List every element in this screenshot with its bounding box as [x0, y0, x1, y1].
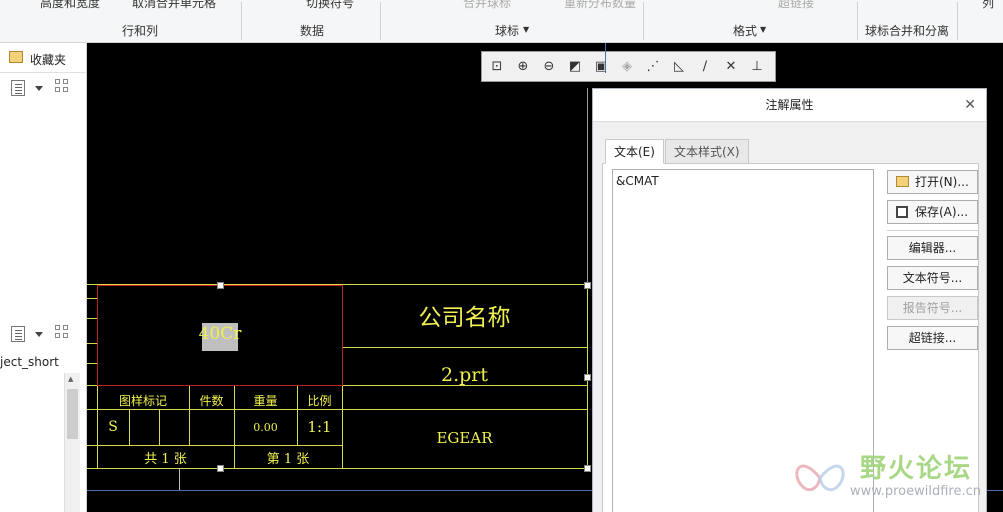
ribbon: 高度和宽度 取消合并单元格 切换符号 合并球标 重新分布数量 超链接 列 行和列… — [0, 0, 1003, 43]
layer-view-icon[interactable] — [11, 326, 25, 342]
ribbon-hyperlink-button[interactable]: 超链接 — [778, 0, 814, 11]
scale-value[interactable]: 1:1 — [297, 418, 342, 436]
axis-display-icon[interactable]: ∕ — [696, 58, 714, 76]
zoom-window-icon[interactable]: ⊡ — [488, 58, 506, 76]
brand-text[interactable]: EGEAR — [342, 429, 587, 447]
tab-text-style[interactable]: 文本样式(X) — [665, 139, 749, 164]
ribbon-group-balloon-merge: 球标合并和分离 — [865, 24, 950, 38]
favorites-label: 收藏夹 — [30, 53, 67, 67]
ribbon-group-format-dropdown-icon[interactable]: ▼ — [760, 25, 766, 34]
saved-views-icon[interactable]: ◈ — [618, 58, 636, 76]
text-symbol-button[interactable]: 文本符号... — [887, 266, 978, 290]
selection-handle[interactable] — [217, 282, 224, 289]
display-style-icon[interactable]: ▣ — [592, 58, 610, 76]
selection-handle[interactable] — [584, 465, 591, 472]
ribbon-redistribute-qty-button[interactable]: 重新分布数量 — [564, 0, 636, 11]
tab-text[interactable]: 文本(E) — [605, 139, 664, 164]
ribbon-group-rows-cols: 行和列 — [122, 24, 159, 38]
mark-value[interactable]: S — [97, 419, 129, 435]
header-quantity[interactable]: 件数 — [189, 392, 234, 409]
zoom-out-icon[interactable]: ⊖ — [540, 58, 558, 76]
save-disk-icon — [896, 206, 908, 218]
tree-filter-icon[interactable] — [55, 79, 73, 97]
selection-handle[interactable] — [584, 374, 591, 381]
ribbon-height-width-button[interactable]: 高度和宽度 — [40, 0, 100, 11]
save-button-label: 保存(A)... — [915, 205, 969, 219]
company-name-text[interactable]: 公司名称 — [342, 298, 587, 332]
header-weight[interactable]: 重量 — [234, 392, 297, 409]
hyperlink-button[interactable]: 超链接... — [887, 326, 978, 350]
model-tree-panel: 收藏夹 ject_short ▲ — [0, 43, 87, 512]
ribbon-unmerge-cells-button[interactable]: 取消合并单元格 — [132, 0, 216, 11]
forum-watermark: 野火论坛 www.proewildfire.cn — [790, 446, 1003, 512]
csys-display-icon[interactable]: ⊥ — [748, 58, 766, 76]
model-tree-item[interactable]: ject_short — [0, 355, 59, 369]
butterfly-logo-icon — [795, 464, 845, 492]
selection-handle[interactable] — [217, 465, 224, 472]
editor-button[interactable]: 编辑器... — [887, 236, 978, 260]
tree-view-icon[interactable] — [11, 80, 25, 96]
folder-icon — [9, 51, 23, 63]
save-button[interactable]: 保存(A)... — [887, 200, 978, 224]
point-display-icon[interactable]: ✕ — [722, 58, 740, 76]
ribbon-group-data: 数据 — [300, 24, 325, 38]
open-button[interactable]: 打开(N)... — [887, 170, 978, 194]
report-symbol-button[interactable]: 报告符号... — [887, 296, 978, 320]
ribbon-merge-balloon-button[interactable]: 合并球标 — [463, 0, 511, 11]
weight-value[interactable]: 0.00 — [234, 421, 297, 434]
view-toolbar: ⊡ ⊕ ⊖ ◩ ▣ ◈ ⋰ ◺ ∕ ✕ ⊥ — [481, 51, 776, 82]
tree-view-dropdown-icon[interactable] — [35, 86, 43, 91]
sheet-number-value[interactable]: 第 1 张 — [234, 448, 342, 467]
datum-display-icon[interactable]: ⋰ — [644, 58, 662, 76]
open-button-label: 打开(N)... — [915, 175, 969, 189]
header-drawing-mark[interactable]: 图样标记 — [97, 392, 189, 409]
dialog-title: 注解属性 — [593, 89, 986, 122]
favorites-row[interactable]: 收藏夹 — [0, 48, 87, 70]
watermark-url: www.proewildfire.cn — [850, 484, 981, 499]
folder-open-icon — [896, 176, 909, 187]
total-sheets-value[interactable]: 共 1 张 — [97, 448, 234, 467]
zoom-in-icon[interactable]: ⊕ — [514, 58, 532, 76]
tree-scrollbar[interactable]: ▲ — [64, 373, 80, 512]
layer-filter-icon[interactable] — [55, 325, 73, 343]
watermark-name: 野火论坛 — [860, 454, 973, 484]
layer-view-dropdown-icon[interactable] — [35, 332, 43, 337]
ribbon-group-format[interactable]: 格式 — [733, 22, 757, 39]
header-scale[interactable]: 比例 — [297, 392, 342, 409]
part-name-text[interactable]: 2.prt — [342, 364, 587, 386]
ribbon-group-balloons[interactable]: 球标 — [495, 22, 519, 39]
ribbon-group-balloons-dropdown-icon[interactable]: ▼ — [523, 25, 529, 34]
ribbon-column-button[interactable]: 列 — [982, 0, 994, 11]
material-text[interactable]: 40Cr — [192, 324, 248, 344]
close-icon[interactable]: ✕ — [964, 89, 976, 122]
refit-icon[interactable]: ◩ — [566, 58, 584, 76]
selection-handle[interactable] — [584, 282, 591, 289]
plane-display-icon[interactable]: ◺ — [670, 58, 688, 76]
ribbon-switch-symbol-button[interactable]: 切换符号 — [306, 0, 354, 11]
